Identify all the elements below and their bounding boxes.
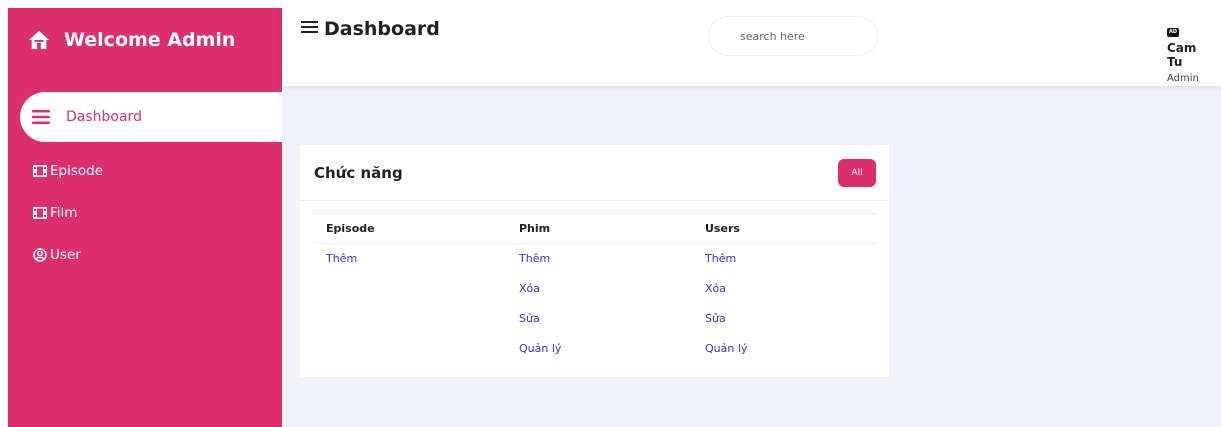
functions-card: Chức năng All Episode Phim Users Thêm Th… (300, 145, 889, 377)
functions-table: Episode Phim Users Thêm Thêm Thêm Xóa Xó… (313, 213, 876, 364)
table-row: Sửa Sửa (313, 304, 876, 334)
all-button[interactable]: All (838, 158, 876, 187)
top-header: Dashboard AD Cam Tu Admin (282, 0, 1221, 86)
sidebar: Welcome Admin Dashboard Episode Film Use… (8, 8, 282, 427)
card-header: Chức năng All (300, 145, 889, 201)
empty-cell (313, 334, 506, 364)
users-edit-link[interactable]: Sửa (692, 304, 876, 334)
sidebar-item-label: Film (50, 205, 78, 221)
page-title: Dashboard (300, 18, 440, 40)
column-header-episode: Episode (313, 213, 506, 244)
column-header-phim: Phim (506, 213, 692, 244)
users-manage-link[interactable]: Quản lý (692, 334, 876, 364)
sidebar-item-label: Episode (50, 163, 104, 179)
user-name: Cam Tu (1167, 41, 1197, 69)
main-content: Chức năng All Episode Phim Users Thêm Th… (282, 86, 1221, 427)
table-row: Xóa Xóa (313, 274, 876, 304)
phim-add-link[interactable]: Thêm (506, 244, 692, 274)
table-header-row: Episode Phim Users (313, 213, 876, 244)
sidebar-item-label: Dashboard (66, 109, 142, 125)
sidebar-item-dashboard[interactable]: Dashboard (20, 92, 282, 142)
user-role: Admin (1167, 73, 1199, 84)
search-input[interactable] (740, 29, 870, 43)
film-icon (32, 163, 48, 179)
sidebar-item-episode[interactable]: Episode (20, 150, 282, 192)
episode-add-link[interactable]: Thêm (313, 244, 506, 274)
card-title: Chức năng (314, 163, 403, 182)
sidebar-item-label: User (50, 247, 81, 263)
brand-title: Welcome Admin (64, 29, 236, 51)
id-badge-icon: AD (1167, 28, 1179, 37)
user-panel[interactable]: AD Cam Tu Admin (1155, 18, 1215, 84)
users-add-link[interactable]: Thêm (692, 244, 876, 274)
table-row: Thêm Thêm Thêm (313, 244, 876, 274)
admin-page: Welcome Admin Dashboard Episode Film Use… (0, 0, 1221, 427)
user-circle-icon (32, 247, 48, 263)
sidebar-item-film[interactable]: Film (20, 192, 282, 234)
menu-toggle-icon[interactable] (300, 18, 324, 40)
page-title-text: Dashboard (324, 18, 440, 40)
sidebar-nav: Dashboard Episode Film User (20, 92, 282, 276)
column-header-users: Users (692, 213, 876, 244)
search-box (708, 16, 878, 56)
phim-delete-link[interactable]: Xóa (506, 274, 692, 304)
film-icon (32, 205, 48, 221)
card-body: Episode Phim Users Thêm Thêm Thêm Xóa Xó… (300, 201, 889, 364)
brand[interactable]: Welcome Admin (28, 18, 235, 62)
phim-edit-link[interactable]: Sửa (506, 304, 692, 334)
users-delete-link[interactable]: Xóa (692, 274, 876, 304)
menu-icon (32, 108, 50, 126)
empty-cell (313, 304, 506, 334)
home-icon (28, 30, 50, 50)
empty-cell (313, 274, 506, 304)
sidebar-item-user[interactable]: User (20, 234, 282, 276)
table-row: Quản lý Quản lý (313, 334, 876, 364)
phim-manage-link[interactable]: Quản lý (506, 334, 692, 364)
